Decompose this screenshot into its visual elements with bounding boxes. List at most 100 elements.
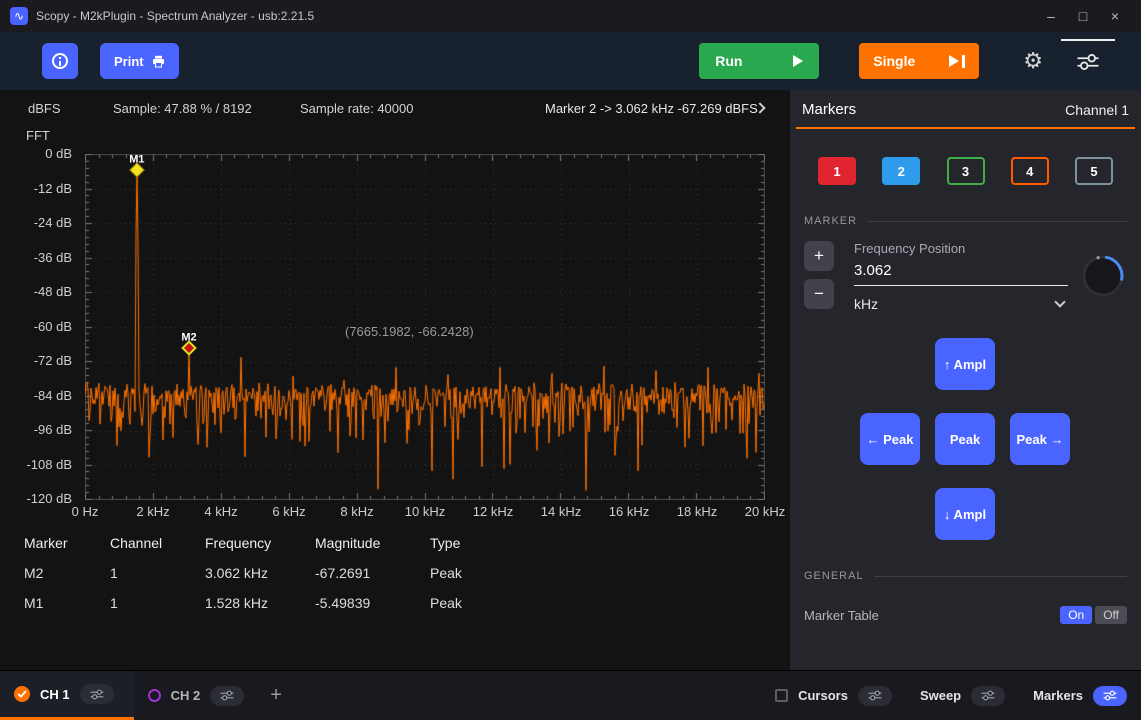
- add-channel-button[interactable]: +: [270, 671, 282, 720]
- table-row-cell: Peak: [430, 588, 510, 618]
- knob-icon: [1080, 253, 1126, 299]
- y-tick-label: -60 dB: [0, 319, 72, 334]
- chevron-down-icon: [1054, 296, 1065, 307]
- scopy-logo-glyph: ∿: [14, 9, 24, 23]
- x-tick-label: 14 kHz: [541, 504, 581, 519]
- collapse-panel-chevron[interactable]: [756, 104, 764, 112]
- table-row-cell: Peak: [430, 558, 510, 588]
- x-tick-label: 8 kHz: [340, 504, 373, 519]
- cursor-position-annotation: (7665.1982, -66.2428): [345, 324, 474, 339]
- sample-status: Sample: 47.88 % / 8192: [113, 101, 252, 116]
- scopy-logo-icon: ∿: [10, 7, 28, 25]
- channel-bar: CH 1 CH 2 + Cursors Sweep Markers: [0, 670, 1141, 720]
- gear-icon[interactable]: ⚙: [1023, 50, 1043, 72]
- settings-sliders-icon: [867, 690, 883, 701]
- marker-table-header: Frequency: [205, 528, 315, 558]
- toggle-on-option[interactable]: On: [1060, 606, 1092, 624]
- marker-button-1[interactable]: 1: [818, 157, 856, 185]
- table-row-cell: 1: [110, 588, 205, 618]
- frequency-position-label: Frequency Position: [854, 241, 1068, 256]
- channel-2-tab[interactable]: CH 2: [134, 671, 259, 720]
- marker-selector-row: 1 2 3 4 5: [790, 129, 1141, 185]
- cursors-settings-button[interactable]: [858, 686, 892, 706]
- table-row-cell: 1: [110, 558, 205, 588]
- plot-marker-m1[interactable]: M1: [131, 164, 142, 175]
- markers-settings-panel: Markers Channel 1 1 2 3 4 5 MARKER + − F…: [790, 90, 1141, 670]
- print-button-label: Print: [114, 54, 144, 69]
- cursors-checkbox[interactable]: [775, 689, 788, 702]
- settings-sliders-icon: [1075, 53, 1101, 71]
- sweep-settings-button[interactable]: [971, 686, 1005, 706]
- peak-left-button[interactable]: ← Peak: [860, 413, 920, 465]
- panel-header: Markers Channel 1: [796, 90, 1135, 129]
- chevron-right-icon: [754, 102, 765, 113]
- y-tick-label: -24 dB: [0, 215, 72, 230]
- decrement-button[interactable]: −: [804, 279, 834, 309]
- window-controls: – □ ×: [1035, 0, 1131, 32]
- peak-right-button[interactable]: Peak →: [1010, 413, 1070, 465]
- table-row-cell: -67.2691: [315, 558, 430, 588]
- channel-2-label: CH 2: [171, 688, 201, 703]
- settings-sliders-icon: [980, 690, 996, 701]
- plot-marker-m2[interactable]: M2: [183, 342, 194, 353]
- y-tick-label: -120 dB: [0, 491, 72, 506]
- general-section-header: GENERAL: [804, 570, 1127, 582]
- x-tick-label: 2 kHz: [136, 504, 169, 519]
- x-tick-label: 12 kHz: [473, 504, 513, 519]
- unit-value: kHz: [854, 296, 878, 312]
- peak-navigation-cluster: ↑ Ampl ← Peak Peak Peak → ↓ Ampl: [790, 338, 1141, 540]
- channel-2-disabled-icon[interactable]: [148, 689, 161, 702]
- channel-1-tab[interactable]: CH 1: [0, 671, 134, 720]
- marker-table-header: Type: [430, 528, 510, 558]
- table-row-cell: -5.49839: [315, 588, 430, 618]
- play-icon: [793, 55, 803, 67]
- unit-select[interactable]: kHz: [854, 286, 1068, 312]
- fft-axis-label: FFT: [26, 128, 50, 143]
- frequency-knob[interactable]: [1080, 253, 1126, 312]
- y-tick-label: -12 dB: [0, 181, 72, 196]
- marker-button-2[interactable]: 2: [882, 157, 920, 185]
- marker-table: Marker Channel Frequency Magnitude Type …: [24, 528, 510, 618]
- channel-1-settings-button[interactable]: [80, 684, 114, 704]
- settings-sliders-icon: [219, 690, 235, 701]
- x-tick-label: 0 Hz: [72, 504, 99, 519]
- close-button[interactable]: ×: [1099, 0, 1131, 32]
- channel-1-enabled-icon[interactable]: [14, 686, 30, 702]
- single-button-label: Single: [873, 53, 915, 69]
- print-button[interactable]: Print: [100, 43, 179, 79]
- title-bar: ∿ Scopy - M2kPlugin - Spectrum Analyzer …: [0, 0, 1141, 32]
- markers-label: Markers: [1033, 688, 1083, 703]
- marker-button-5[interactable]: 5: [1075, 157, 1113, 185]
- maximize-button[interactable]: □: [1067, 0, 1099, 32]
- x-tick-label: 10 kHz: [405, 504, 445, 519]
- table-row-cell: M2: [24, 558, 110, 588]
- channel-1-label: CH 1: [40, 687, 70, 702]
- panel-toggle-button[interactable]: [1061, 39, 1115, 83]
- minimize-button[interactable]: –: [1035, 0, 1067, 32]
- marker-section-header: MARKER: [804, 215, 1127, 227]
- y-tick-label: -96 dB: [0, 422, 72, 437]
- markers-settings-button[interactable]: [1093, 686, 1127, 706]
- toggle-off-option[interactable]: Off: [1095, 606, 1127, 624]
- table-row-cell: 3.062 kHz: [205, 558, 315, 588]
- marker-table-toggle-label: Marker Table: [804, 608, 879, 623]
- amplitude-down-button[interactable]: ↓ Ampl: [935, 488, 995, 540]
- frequency-stepper: + −: [804, 241, 834, 312]
- marker-button-3[interactable]: 3: [947, 157, 985, 185]
- sample-rate-status: Sample rate: 40000: [300, 101, 413, 116]
- panel-title: Markers: [802, 101, 856, 118]
- info-button[interactable]: [42, 43, 78, 79]
- frequency-position-input[interactable]: [854, 256, 1068, 286]
- x-tick-label: 6 kHz: [272, 504, 305, 519]
- increment-button[interactable]: +: [804, 241, 834, 271]
- single-button[interactable]: Single: [859, 43, 979, 79]
- panel-channel-label: Channel 1: [1065, 102, 1129, 118]
- amplitude-up-button[interactable]: ↑ Ampl: [935, 338, 995, 390]
- channel-2-settings-button[interactable]: [210, 686, 244, 706]
- run-button[interactable]: Run: [699, 43, 819, 79]
- marker-button-4[interactable]: 4: [1011, 157, 1049, 185]
- peak-button[interactable]: Peak: [935, 413, 995, 465]
- tool-toggles: Cursors Sweep Markers: [775, 671, 1141, 720]
- y-tick-label: -72 dB: [0, 353, 72, 368]
- y-tick-label: -108 dB: [0, 457, 72, 472]
